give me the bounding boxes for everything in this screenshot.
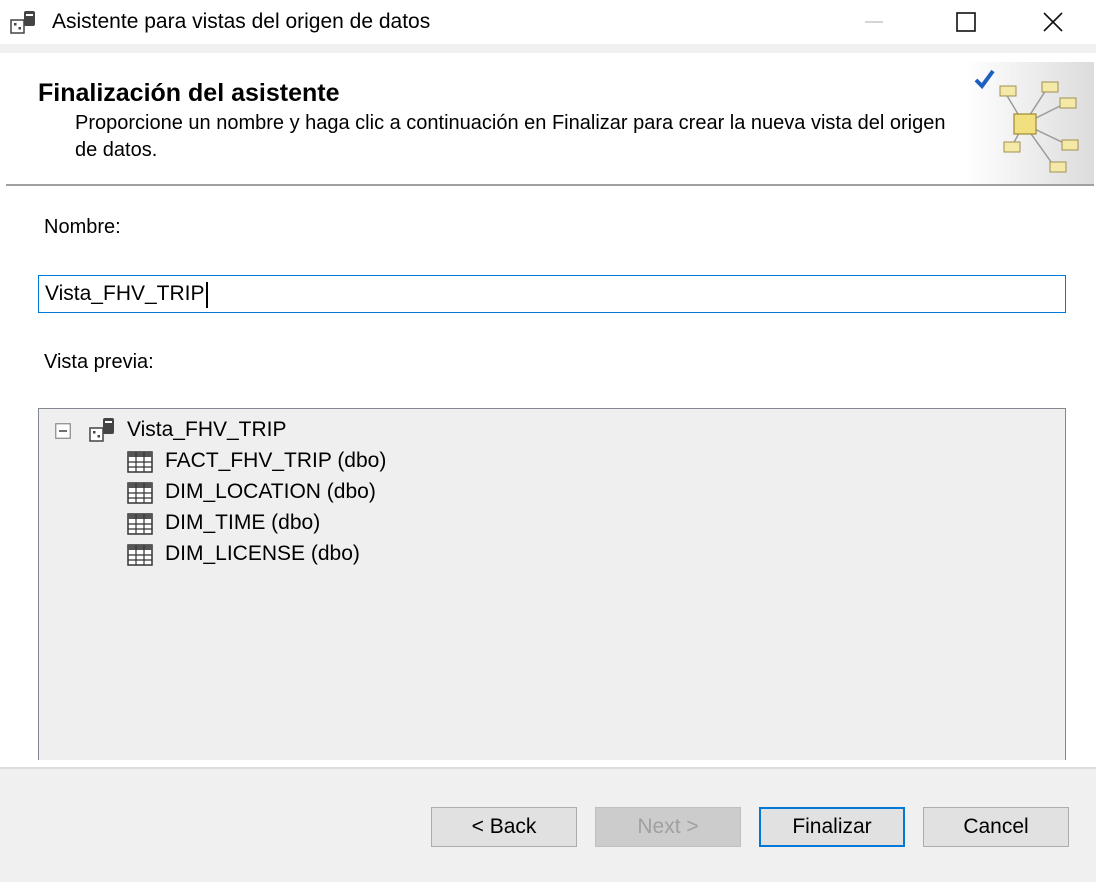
tree-item-table[interactable]: DIM_LOCATION (dbo) bbox=[127, 478, 487, 508]
tree-root-label: Vista_FHV_TRIP bbox=[127, 418, 287, 441]
preview-label: Vista previa: bbox=[44, 351, 154, 373]
tree-item-table[interactable]: FACT_FHV_TRIP (dbo) bbox=[127, 447, 487, 477]
minimize-icon bbox=[865, 21, 883, 23]
finish-button[interactable]: Finalizar bbox=[759, 807, 905, 847]
title-bar: Asistente para vistas del origen de dato… bbox=[0, 0, 1096, 44]
footer-gap bbox=[0, 760, 1096, 762]
title-separator bbox=[0, 44, 1096, 53]
page-subtitle: Proporcione un nombre y haga clic a cont… bbox=[75, 112, 946, 161]
minimize-button[interactable] bbox=[828, 0, 920, 44]
window-title: Asistente para vistas del origen de dato… bbox=[52, 10, 431, 33]
next-button[interactable]: Next > bbox=[595, 807, 741, 847]
tree-item-label: DIM_LICENSE (dbo) bbox=[165, 542, 360, 565]
data-source-view-icon bbox=[10, 11, 35, 34]
page-title: Finalización del asistente bbox=[38, 79, 340, 107]
tree-item-label: FACT_FHV_TRIP (dbo) bbox=[165, 449, 387, 472]
name-input[interactable] bbox=[38, 275, 1066, 313]
wizard-header: Finalización del asistente Proporcione u… bbox=[6, 62, 1094, 185]
collapse-icon[interactable] bbox=[55, 423, 71, 439]
tree-item-table[interactable]: DIM_TIME (dbo) bbox=[127, 509, 487, 539]
table-icon bbox=[127, 513, 153, 535]
tree-root-node[interactable]: Vista_FHV_TRIP bbox=[55, 415, 455, 445]
data-source-view-wizard-icon bbox=[966, 62, 1094, 185]
close-button[interactable] bbox=[1010, 0, 1096, 44]
maximize-icon bbox=[956, 12, 976, 32]
tree-item-label: DIM_LOCATION (dbo) bbox=[165, 480, 376, 503]
tree-item-label: DIM_TIME (dbo) bbox=[165, 511, 321, 534]
text-caret bbox=[206, 282, 208, 308]
wizard-footer: < Back Next > Finalizar Cancel bbox=[0, 769, 1096, 882]
name-label: Nombre: bbox=[44, 216, 121, 238]
back-button[interactable]: < Back bbox=[431, 807, 577, 847]
table-icon bbox=[127, 451, 153, 473]
preview-tree[interactable]: Vista_FHV_TRIP FACT_FHV_TRIP (dbo) DIM_L… bbox=[38, 408, 1066, 760]
close-icon bbox=[1043, 12, 1063, 32]
cancel-button[interactable]: Cancel bbox=[923, 807, 1069, 847]
table-icon bbox=[127, 482, 153, 504]
maximize-button[interactable] bbox=[920, 0, 1012, 44]
data-source-view-icon bbox=[89, 418, 114, 442]
table-icon bbox=[127, 544, 153, 566]
tree-item-table[interactable]: DIM_LICENSE (dbo) bbox=[127, 540, 487, 570]
